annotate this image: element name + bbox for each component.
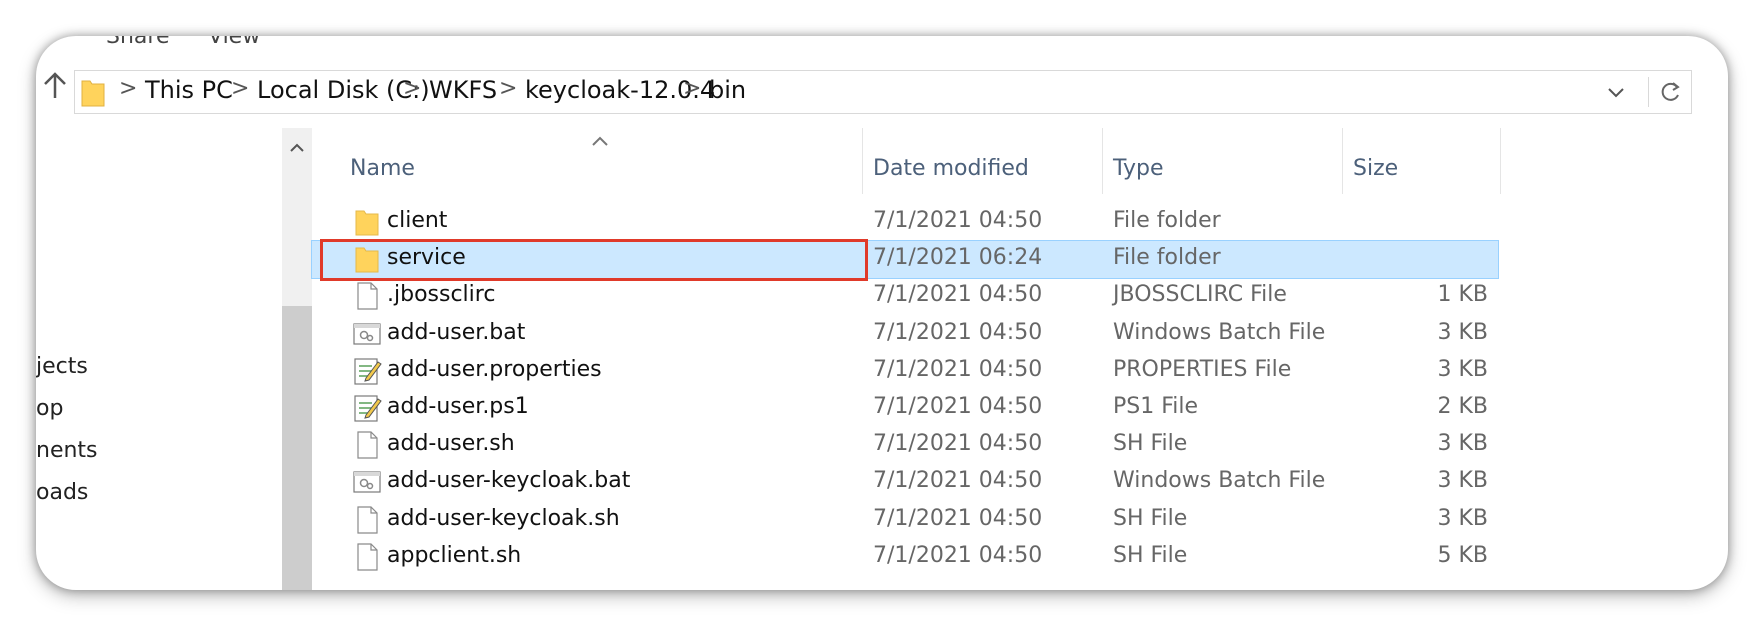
file-type: File folder bbox=[1113, 245, 1221, 271]
column-size[interactable]: Size bbox=[1353, 156, 1398, 181]
file-size: 1 KB bbox=[1437, 282, 1488, 308]
file-date-modified: 7/1/2021 04:50 bbox=[873, 431, 1043, 457]
nav-item-desktop[interactable]: op bbox=[36, 396, 63, 421]
file-icon bbox=[352, 505, 382, 535]
nav-item-objects[interactable]: jects bbox=[36, 354, 88, 379]
scrollbar-thumb[interactable] bbox=[282, 306, 312, 590]
column-divider[interactable] bbox=[862, 128, 863, 194]
file-date-modified: 7/1/2021 04:50 bbox=[873, 319, 1043, 345]
breadcrumb-separator: > bbox=[119, 76, 138, 101]
column-type[interactable]: Type bbox=[1113, 156, 1164, 181]
file-name: add-user.bat bbox=[387, 319, 526, 345]
breadcrumb-separator: > bbox=[499, 76, 518, 101]
file-type: Windows Batch File bbox=[1113, 468, 1326, 494]
annotation-highlight-box bbox=[320, 239, 868, 281]
explorer-window: Share View > This PC > Local Disk (C:) >… bbox=[36, 36, 1728, 590]
chevron-down-icon[interactable] bbox=[1601, 77, 1631, 107]
file-date-modified: 7/1/2021 04:50 bbox=[873, 282, 1043, 308]
file-name: add-user-keycloak.bat bbox=[387, 468, 631, 494]
scroll-up-icon[interactable] bbox=[289, 140, 305, 156]
file-name: client bbox=[387, 208, 448, 233]
batch-file-icon bbox=[352, 319, 382, 349]
file-row[interactable]: add-user-keycloak.bat 7/1/2021 04:50 Windo… bbox=[312, 464, 1498, 501]
file-date-modified: 7/1/2021 04:50 bbox=[873, 505, 1043, 531]
file-date-modified: 7/1/2021 04:50 bbox=[873, 468, 1043, 494]
folder-icon bbox=[81, 80, 105, 107]
column-date-modified[interactable]: Date modified bbox=[873, 156, 1029, 181]
file-type: Windows Batch File bbox=[1113, 319, 1326, 345]
batch-file-icon bbox=[352, 467, 382, 497]
sort-ascending-icon bbox=[592, 136, 608, 146]
file-row[interactable]: add-user.sh 7/1/2021 04:50 SH File 3 KB bbox=[312, 427, 1498, 464]
file-type: SH File bbox=[1113, 431, 1188, 457]
file-name: add-user-keycloak.sh bbox=[387, 505, 620, 531]
file-row[interactable]: add-user.ps1 7/1/2021 04:50 PS1 File 2 KB bbox=[312, 390, 1498, 427]
file-date-modified: 7/1/2021 04:50 bbox=[873, 542, 1043, 568]
address-bar-row: > This PC > Local Disk (C:) > WKFS > key… bbox=[36, 36, 1728, 126]
file-row[interactable]: add-user.properties 7/1/2021 04:50 PROPERT… bbox=[312, 353, 1498, 390]
file-row[interactable]: client 7/1/2021 04:50 File folder bbox=[312, 204, 1498, 241]
up-arrow-icon[interactable] bbox=[38, 68, 72, 102]
breadcrumb-wkfs[interactable]: WKFS bbox=[429, 76, 497, 104]
file-size: 5 KB bbox=[1437, 542, 1488, 568]
file-name: add-user.ps1 bbox=[387, 394, 529, 419]
file-size: 3 KB bbox=[1437, 468, 1488, 494]
file-size: 3 KB bbox=[1437, 319, 1488, 345]
refresh-icon[interactable] bbox=[1648, 77, 1685, 107]
file-date-modified: 7/1/2021 04:50 bbox=[873, 356, 1043, 382]
column-divider[interactable] bbox=[1342, 128, 1343, 194]
file-row[interactable]: add-user.bat 7/1/2021 04:50 Windows Batch … bbox=[312, 316, 1498, 353]
file-size: 2 KB bbox=[1437, 394, 1488, 419]
file-size: 3 KB bbox=[1437, 431, 1488, 457]
text-edit-icon bbox=[352, 356, 382, 386]
file-type: PROPERTIES File bbox=[1113, 356, 1292, 382]
nav-item-downloads[interactable]: oads bbox=[36, 480, 88, 505]
file-size: 3 KB bbox=[1437, 505, 1488, 531]
file-row[interactable]: .jbossclirc 7/1/2021 04:50 JBOSSCLIRC File… bbox=[312, 278, 1498, 315]
breadcrumb-separator: > bbox=[403, 76, 422, 101]
file-type: JBOSSCLIRC File bbox=[1113, 282, 1287, 308]
file-icon bbox=[352, 281, 382, 311]
file-type: SH File bbox=[1113, 505, 1188, 531]
file-row[interactable]: appclient.sh 7/1/2021 04:50 SH File 5 KB bbox=[312, 539, 1498, 576]
text-edit-icon bbox=[352, 393, 382, 423]
file-icon bbox=[352, 542, 382, 572]
column-name[interactable]: Name bbox=[350, 156, 415, 181]
breadcrumb-this-pc[interactable]: This PC bbox=[145, 76, 233, 104]
file-type: PS1 File bbox=[1113, 394, 1199, 419]
navigation-pane: jects op nents oads bbox=[36, 128, 282, 590]
file-type: SH File bbox=[1113, 542, 1188, 568]
file-size: 3 KB bbox=[1437, 356, 1488, 382]
address-bar[interactable]: > This PC > Local Disk (C:) > WKFS > key… bbox=[74, 70, 1692, 114]
breadcrumb-separator: > bbox=[683, 76, 702, 101]
file-type: File folder bbox=[1113, 208, 1221, 233]
file-name: .jbossclirc bbox=[387, 282, 496, 308]
column-header-row: Name Date modified Type Size bbox=[312, 128, 1502, 194]
folder-icon bbox=[352, 207, 382, 237]
column-divider[interactable] bbox=[1500, 128, 1501, 194]
column-divider[interactable] bbox=[1102, 128, 1103, 194]
file-icon bbox=[352, 430, 382, 460]
file-date-modified: 7/1/2021 06:24 bbox=[873, 245, 1043, 271]
nav-scrollbar[interactable] bbox=[282, 128, 312, 590]
file-name: add-user.sh bbox=[387, 431, 515, 457]
breadcrumb-separator: > bbox=[231, 76, 250, 101]
nav-item-documents[interactable]: nents bbox=[36, 438, 98, 463]
file-row[interactable]: add-user-keycloak.sh 7/1/2021 04:50 SH Fil… bbox=[312, 502, 1498, 539]
file-date-modified: 7/1/2021 04:50 bbox=[873, 208, 1043, 233]
file-date-modified: 7/1/2021 04:50 bbox=[873, 394, 1043, 419]
file-name: appclient.sh bbox=[387, 542, 522, 568]
breadcrumb-bin[interactable]: bin bbox=[709, 76, 746, 104]
file-name: add-user.properties bbox=[387, 356, 602, 382]
